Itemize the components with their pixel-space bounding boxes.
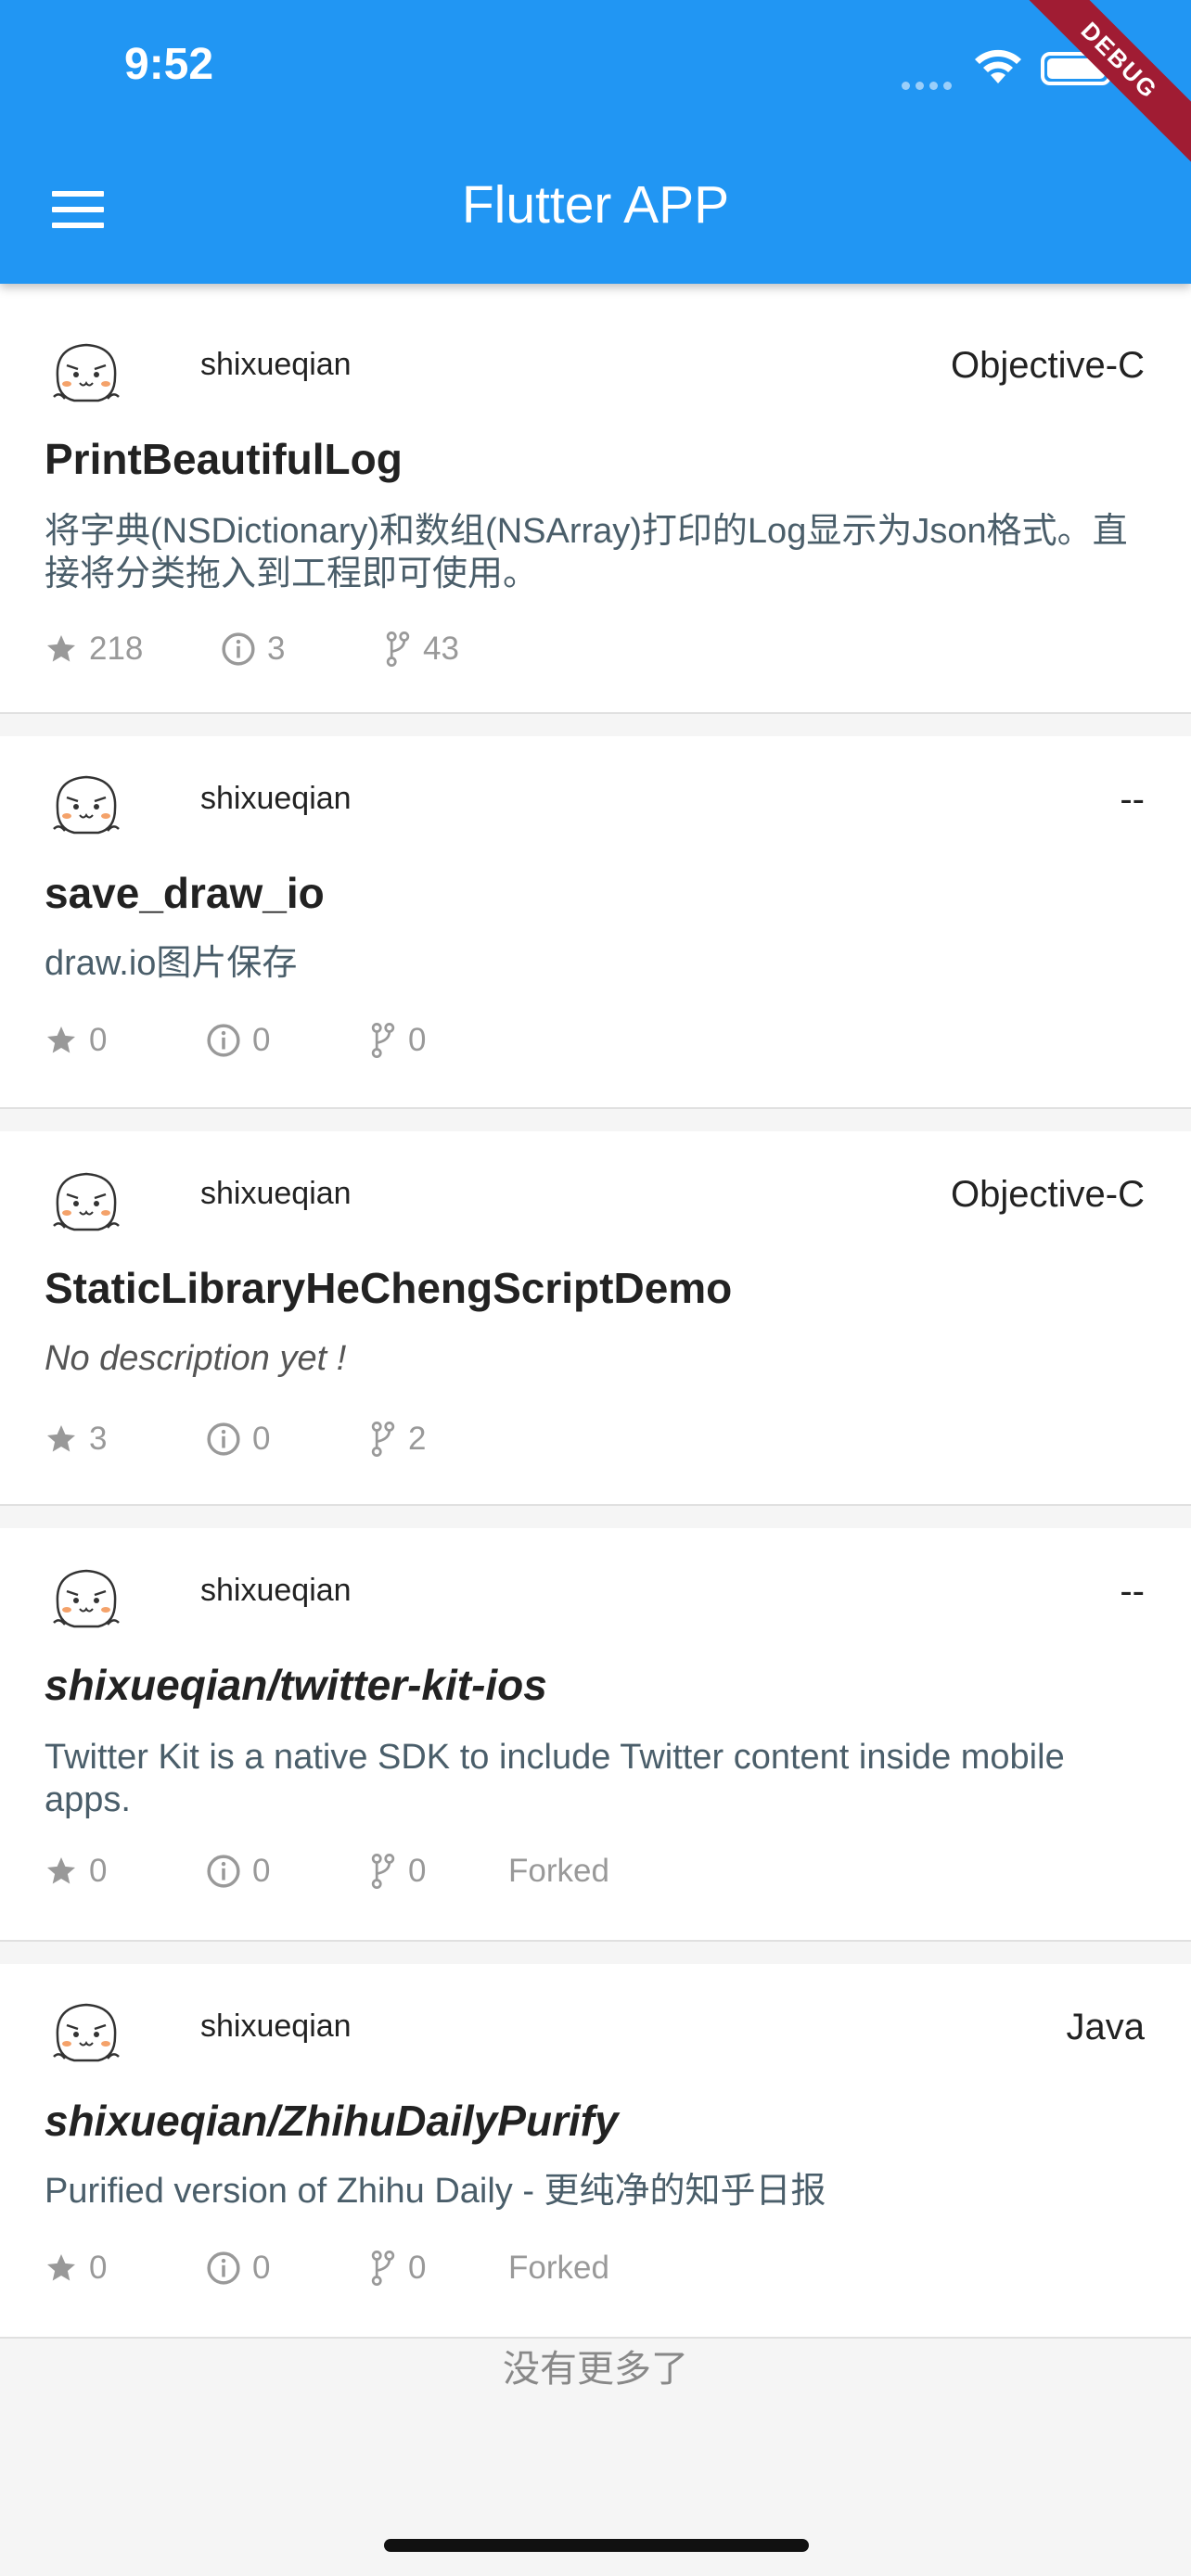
forks-count: 0 <box>408 1022 427 1058</box>
issues-count: 0 <box>252 1853 271 1889</box>
repo-language: Objective-C <box>951 1174 1145 1215</box>
owner-name: shixueqian <box>200 781 352 816</box>
avatar <box>53 1569 120 1628</box>
repo-stats: 0 0 0 <box>45 1020 508 1061</box>
repo-stats: 0 0 0 Forked <box>45 1851 609 1892</box>
fork-icon <box>371 1854 395 1889</box>
owner-name: shixueqian <box>200 2009 352 2044</box>
cellular-signal-icon <box>902 76 957 94</box>
forks-stat: 0 <box>369 1853 508 1890</box>
app-bar: 9:52 Flutter APP <box>0 0 1191 284</box>
star-icon <box>47 1857 75 1884</box>
info-icon <box>207 1024 240 1057</box>
stars-count: 0 <box>89 2250 108 2286</box>
repo-language: -- <box>1120 1571 1145 1612</box>
repo-card[interactable]: shixueqian -- shixueqian/twitter-kit-ios… <box>0 1528 1191 1942</box>
repo-card[interactable]: shixueqian Objective-C PrintBeautifulLog… <box>0 284 1191 714</box>
repo-language: -- <box>1120 779 1145 820</box>
repo-description: No description yet ! <box>45 1339 347 1378</box>
avatar <box>53 1172 120 1231</box>
forks-stat: 0 <box>369 2250 508 2287</box>
repo-description: draw.io图片保存 <box>45 944 298 983</box>
repo-name: StaticLibraryHeChengScriptDemo <box>45 1264 733 1312</box>
issues-count: 0 <box>252 2250 271 2286</box>
repo-card[interactable]: shixueqian -- save_draw_io draw.io图片保存 0… <box>0 736 1191 1109</box>
owner-name: shixueqian <box>200 1176 352 1211</box>
repo-description: Purified version of Zhihu Daily - 更纯净的知乎… <box>45 2172 826 2211</box>
avatar <box>53 2003 120 2062</box>
star-icon <box>47 635 75 662</box>
forks-stat: 2 <box>369 1421 508 1458</box>
repo-card[interactable]: shixueqian Objective-C StaticLibraryHeCh… <box>0 1131 1191 1506</box>
app-title: Flutter APP <box>461 175 730 235</box>
stars-stat: 218 <box>45 631 221 668</box>
star-icon <box>47 1425 75 1452</box>
repo-name: PrintBeautifulLog <box>45 435 403 483</box>
stars-count: 3 <box>89 1421 108 1457</box>
repo-name: shixueqian/twitter-kit-ios <box>45 1661 547 1709</box>
stars-count: 0 <box>89 1022 108 1058</box>
repo-language: Java <box>1066 2007 1146 2047</box>
info-icon <box>207 1422 240 1456</box>
forks-stat: 0 <box>369 1022 508 1059</box>
repo-stats: 218 3 43 <box>45 629 523 670</box>
owner-name: shixueqian <box>200 347 352 382</box>
stars-stat: 3 <box>45 1421 206 1458</box>
repo-stats: 3 0 2 <box>45 1419 508 1460</box>
issues-count: 0 <box>252 1022 271 1058</box>
avatar <box>53 775 120 835</box>
status-time: 9:52 <box>124 40 214 89</box>
no-more-label: 没有更多了 <box>503 2348 688 2391</box>
fork-icon <box>371 2251 395 2286</box>
issues-stat: 0 <box>206 1853 369 1890</box>
stars-stat: 0 <box>45 1853 206 1890</box>
repo-name: shixueqian/ZhihuDailyPurify <box>45 2097 619 2145</box>
fork-icon <box>371 1023 395 1058</box>
issues-stat: 0 <box>206 1022 369 1059</box>
wifi-icon <box>975 49 1021 83</box>
avatar <box>53 343 120 402</box>
repo-description: Twitter Kit is a native SDK to include T… <box>45 1738 1065 1819</box>
info-icon <box>222 632 255 666</box>
forks-count: 0 <box>408 1853 427 1889</box>
star-icon <box>47 1027 75 1053</box>
forks-count: 0 <box>408 2250 427 2286</box>
info-icon <box>207 2251 240 2285</box>
issues-count: 0 <box>252 1421 271 1457</box>
issues-stat: 0 <box>206 1421 369 1458</box>
home-indicator[interactable] <box>384 2539 809 2552</box>
forks-count: 2 <box>408 1421 427 1457</box>
repo-stats: 0 0 0 Forked <box>45 2248 609 2289</box>
issues-count: 3 <box>267 631 286 667</box>
repo-description: 将字典(NSDictionary)和数组(NSArray)打印的Log显示为Js… <box>45 512 1128 593</box>
stars-stat: 0 <box>45 1022 206 1059</box>
fork-icon <box>386 631 410 667</box>
forked-label: Forked <box>508 2250 609 2286</box>
issues-stat: 0 <box>206 2250 369 2287</box>
star-icon <box>47 2254 75 2281</box>
stars-count: 218 <box>89 631 144 667</box>
forks-stat: 43 <box>384 631 523 668</box>
repo-card[interactable]: shixueqian Java shixueqian/ZhihuDailyPur… <box>0 1964 1191 2339</box>
stars-count: 0 <box>89 1853 108 1889</box>
issues-stat: 3 <box>221 631 384 668</box>
fork-icon <box>371 1422 395 1457</box>
repo-name: save_draw_io <box>45 869 325 917</box>
repo-language: Objective-C <box>951 345 1145 386</box>
info-icon <box>207 1855 240 1888</box>
forked-label: Forked <box>508 1853 609 1889</box>
forks-count: 43 <box>423 631 459 667</box>
stars-stat: 0 <box>45 2250 206 2287</box>
owner-name: shixueqian <box>200 1573 352 1608</box>
